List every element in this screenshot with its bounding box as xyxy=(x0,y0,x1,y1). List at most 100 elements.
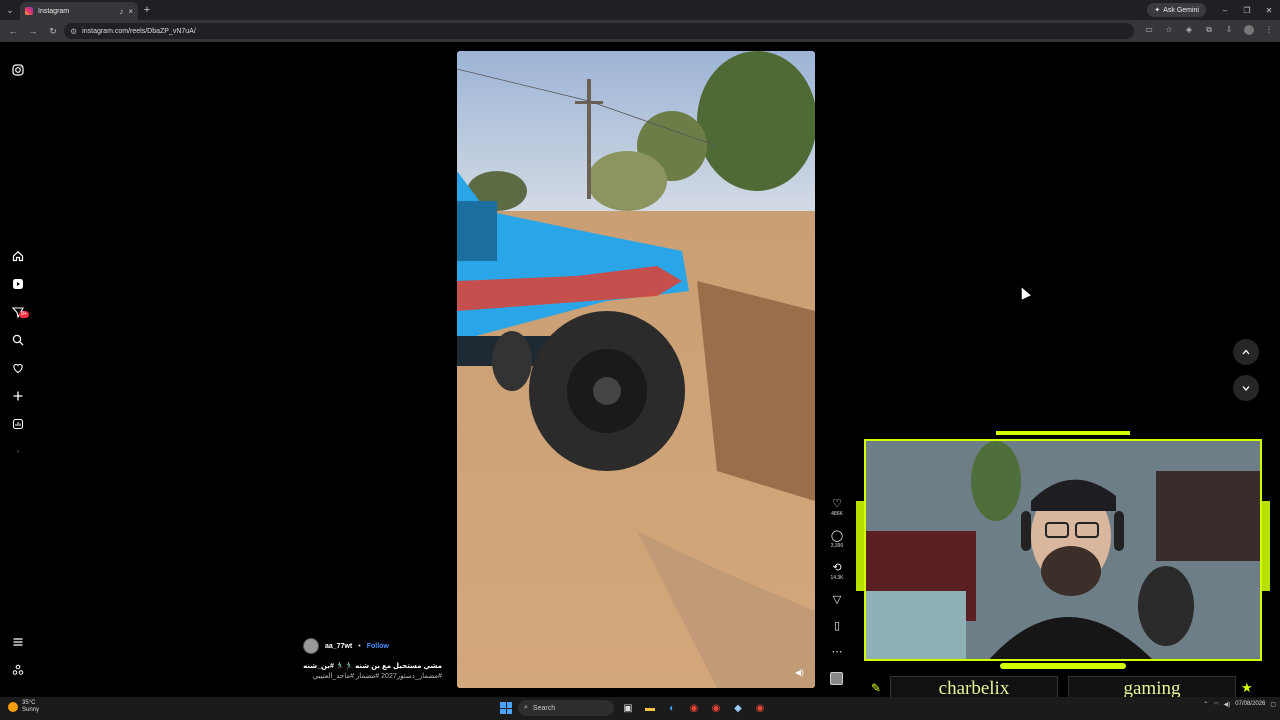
bookmark-star-icon[interactable]: ☆ xyxy=(1162,25,1176,37)
notifications-icon[interactable]: ▢ xyxy=(1270,701,1276,708)
close-window-button[interactable]: ✕ xyxy=(1258,6,1280,15)
caption-line-2: #مضمار_دستور2027 #مضمار #ماجد_العتيبي xyxy=(312,673,442,680)
chevron-down-icon xyxy=(1242,386,1250,391)
repost-icon: ⟲ xyxy=(832,562,842,574)
audio-thumbnail[interactable] xyxy=(830,672,843,685)
bookmark-icon: ▯ xyxy=(833,620,841,632)
reel-caption[interactable]: مشي مستحيل مع بن شنه 🏃🏻‍♂️🏃🏻‍♂️ #بن_شنه … xyxy=(300,662,442,682)
downloads-icon[interactable]: ⇩ xyxy=(1222,25,1236,37)
site-info-icon[interactable]: ⚙ xyxy=(70,27,77,36)
save-button[interactable]: ▯ xyxy=(826,619,848,632)
dashboard-icon[interactable] xyxy=(11,417,25,431)
comment-button[interactable]: ◯ 3,390 xyxy=(826,529,848,549)
extension-icon[interactable]: ◈ xyxy=(1182,25,1196,37)
repost-count: 14.3K xyxy=(830,575,844,581)
reload-button[interactable]: ↻ xyxy=(44,22,62,40)
pencil-icon: ✎ xyxy=(871,681,882,695)
comment-icon: ◯ xyxy=(830,530,844,542)
browser-toolbar: ← → ↻ ⚙ instagram.com/reels/DbaZP_vN7uA/… xyxy=(0,20,1280,42)
minimize-button[interactable]: – xyxy=(1214,6,1236,15)
comment-count: 3,390 xyxy=(830,543,844,549)
previous-reel-button[interactable] xyxy=(1233,339,1259,365)
star-icon: ★ xyxy=(1241,680,1253,695)
speaker-icon[interactable]: ♪ xyxy=(119,7,123,16)
messages-icon[interactable]: 9+ xyxy=(11,305,29,319)
weather-widget[interactable]: 35°C Sunny xyxy=(8,700,39,714)
sidebar: 9+ ● xyxy=(0,42,36,697)
weather-condition: Sunny xyxy=(22,707,40,713)
next-reel-button[interactable] xyxy=(1233,375,1259,401)
reel-video[interactable] xyxy=(457,51,815,688)
taskbar-date[interactable]: 07/08/2026 xyxy=(1235,700,1265,708)
follow-button[interactable]: Follow xyxy=(367,643,389,650)
tray-chevron-icon[interactable]: ⌃ xyxy=(1203,701,1208,708)
search-icon: ⌕ xyxy=(524,704,528,711)
system-tray: ⌃ ◠ ◀) 07/08/2026 ▢ xyxy=(1203,700,1276,708)
reels-icon[interactable] xyxy=(11,277,25,291)
chevron-up-icon xyxy=(1242,349,1250,355)
reel-video-frame-image xyxy=(457,51,815,688)
heart-icon: ♡ xyxy=(832,498,842,510)
restore-button[interactable]: ❐ xyxy=(1236,6,1258,15)
mouse-cursor-icon xyxy=(1017,285,1031,300)
task-view-icon[interactable]: ▣ xyxy=(620,700,636,716)
profile-dot-icon[interactable]: ● xyxy=(11,445,25,459)
windows-taskbar: 35°C Sunny ⌕ Search ▣ ▬ ◐ ◉ ◉ ◆ ◉ ⌃ ◠ ◀)… xyxy=(0,697,1280,720)
heart-icon[interactable] xyxy=(11,361,25,375)
volume-icon[interactable]: ◀) xyxy=(1224,701,1231,708)
webcam-feed-image xyxy=(866,441,1260,659)
overlay-top-bar xyxy=(996,431,1130,435)
puzzle-icon[interactable]: ⧉ xyxy=(1202,25,1216,37)
forward-button[interactable]: → xyxy=(24,22,42,40)
new-tab-button[interactable]: + xyxy=(138,4,156,16)
tab-title: Instagram xyxy=(38,7,70,15)
back-button[interactable]: ← xyxy=(4,22,22,40)
webcam-feed xyxy=(864,439,1262,661)
more-menu-icon[interactable] xyxy=(11,635,25,649)
author-avatar[interactable] xyxy=(303,638,319,654)
like-button[interactable]: ♡ 486K xyxy=(826,497,848,517)
overlay-bottom-bar xyxy=(1000,663,1126,669)
mute-toggle-icon[interactable]: ◀) xyxy=(795,668,804,677)
share-button[interactable]: ▽ xyxy=(826,593,848,606)
taskbar-search[interactable]: ⌕ Search xyxy=(518,700,614,716)
url-text: instagram.com/reels/DbaZP_vN7uA/ xyxy=(82,27,196,35)
taskbar-search-label: Search xyxy=(532,704,556,712)
profile-avatar[interactable] xyxy=(1242,25,1256,37)
webcam-overlay: charbelix gaming ✎ ★ xyxy=(856,431,1270,706)
chrome-menu-icon[interactable]: ⋮ xyxy=(1262,25,1276,37)
instagram-logo-icon[interactable] xyxy=(11,63,25,77)
close-tab-icon[interactable]: × xyxy=(128,7,133,16)
address-bar[interactable]: ⚙ instagram.com/reels/DbaZP_vN7uA/ xyxy=(64,23,1134,39)
browser-tab-instagram[interactable]: Instagram ♪ × xyxy=(20,2,138,20)
wifi-icon[interactable]: ◠ xyxy=(1213,701,1218,708)
browser-tab-bar: ⌄ Instagram ♪ × + ✦ Ask Gemini – ❐ ✕ xyxy=(0,0,1280,20)
caption-line-1: مشي مستحيل مع بن شنه 🏃🏻‍♂️🏃🏻‍♂️ #بن_شنه xyxy=(303,663,442,670)
ask-gemini-label: Ask Gemini xyxy=(1163,6,1199,14)
notification-badge: 9+ xyxy=(19,311,29,318)
steam-icon[interactable]: ◆ xyxy=(730,700,746,716)
ask-gemini-button[interactable]: ✦ Ask Gemini xyxy=(1147,3,1206,17)
instagram-favicon-icon xyxy=(25,7,33,15)
chrome-active-icon[interactable]: ◉ xyxy=(752,700,768,716)
send-icon: ▽ xyxy=(832,594,842,606)
chrome-icon[interactable]: ◉ xyxy=(686,700,702,716)
edge-icon[interactable]: ◐ xyxy=(664,700,680,716)
sun-icon xyxy=(8,702,18,712)
create-plus-icon[interactable] xyxy=(11,389,25,403)
author-username[interactable]: aa_77wt xyxy=(325,643,352,650)
chrome-profile-icon[interactable]: ◉ xyxy=(708,700,724,716)
search-icon[interactable] xyxy=(11,333,25,347)
more-icon: ⋯ xyxy=(831,646,843,658)
home-icon[interactable] xyxy=(11,249,25,263)
more-options-button[interactable]: ⋯ xyxy=(826,645,848,658)
file-explorer-icon[interactable]: ▬ xyxy=(642,700,658,716)
windows-start-icon[interactable] xyxy=(500,702,512,714)
meta-apps-icon[interactable] xyxy=(11,663,25,677)
reel-author: aa_77wt • Follow xyxy=(303,638,389,654)
weather-temperature: 35°C xyxy=(22,700,36,706)
author-separator: • xyxy=(358,642,361,650)
tab-search-icon[interactable]: ⌄ xyxy=(0,0,20,20)
cast-icon[interactable]: ▭ xyxy=(1142,25,1156,37)
repost-button[interactable]: ⟲ 14.3K xyxy=(826,561,848,581)
